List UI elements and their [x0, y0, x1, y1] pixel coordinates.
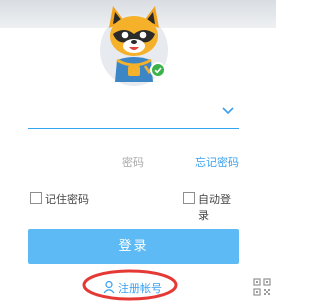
login-button[interactable]: 登录	[28, 229, 239, 264]
forgot-password-link[interactable]: 忘记密码	[195, 154, 239, 170]
remember-password-label[interactable]: 记住密码	[45, 191, 89, 207]
password-input[interactable]: 密码 忘记密码	[28, 148, 239, 174]
chevron-down-icon[interactable]	[221, 106, 235, 116]
user-icon	[103, 280, 115, 294]
register-account-label: 注册帐号	[118, 282, 162, 295]
remember-password-checkbox[interactable]	[30, 192, 42, 204]
qr-code-icon[interactable]	[253, 278, 271, 296]
auto-login-label[interactable]: 自动登录	[198, 191, 239, 223]
login-options: 记住密码 自动登录	[28, 191, 239, 222]
auto-login-checkbox[interactable]	[183, 192, 195, 204]
account-input[interactable]	[28, 100, 239, 129]
online-check-icon	[150, 62, 166, 78]
password-placeholder: 密码	[122, 156, 144, 169]
